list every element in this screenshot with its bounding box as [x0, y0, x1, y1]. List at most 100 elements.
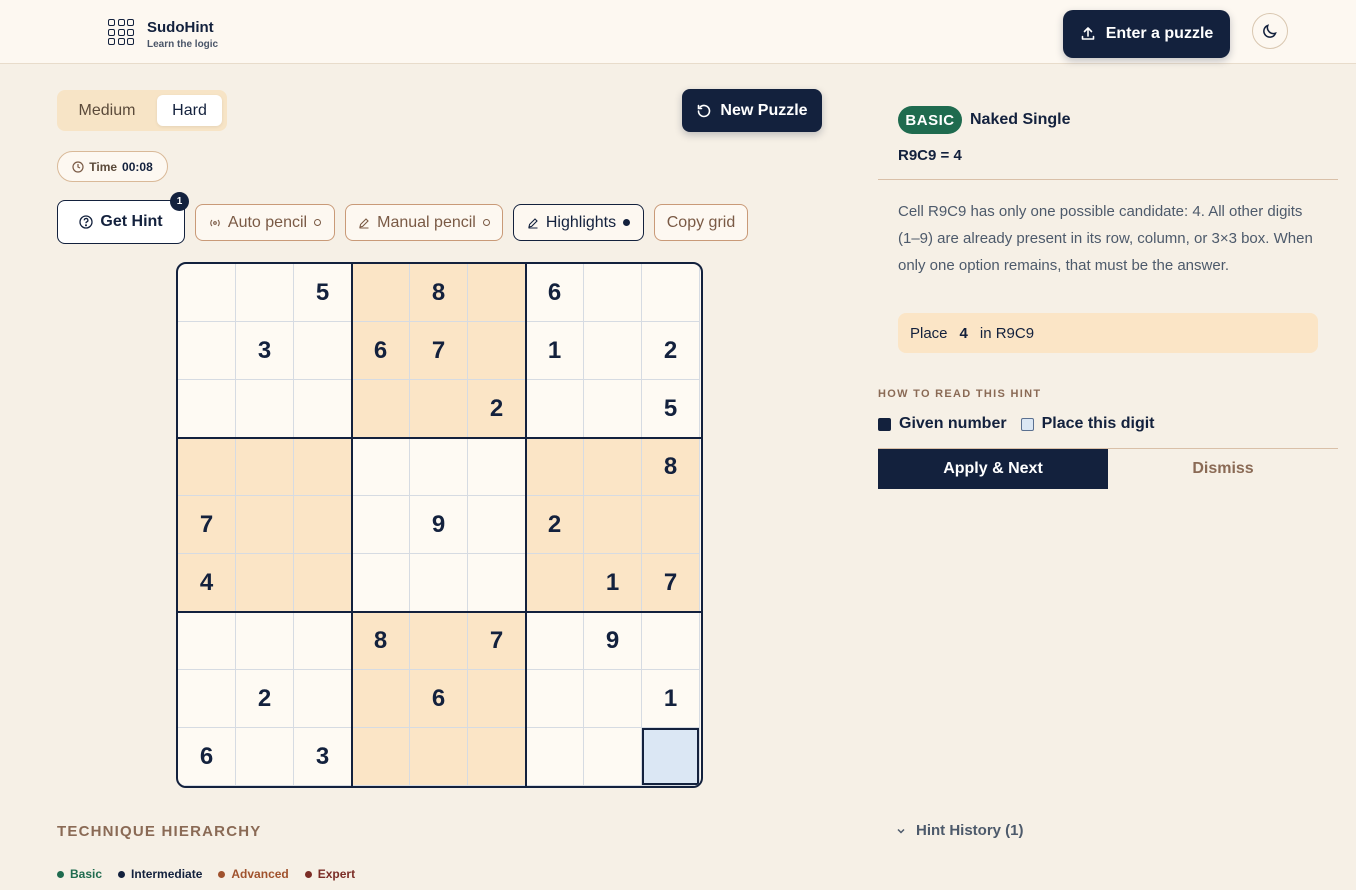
sudoku-cell-r7c6[interactable]: 7	[468, 612, 526, 670]
sudoku-cell-r2c8[interactable]	[584, 322, 642, 380]
sudoku-cell-r3c1[interactable]	[178, 380, 236, 438]
sudoku-cell-r8c7[interactable]	[526, 670, 584, 728]
sudoku-cell-r9c2[interactable]	[236, 728, 294, 786]
sudoku-cell-r9c8[interactable]	[584, 728, 642, 786]
sudoku-cell-r8c2[interactable]: 2	[236, 670, 294, 728]
sudoku-cell-r3c3[interactable]	[294, 380, 352, 438]
apply-next-button[interactable]: Apply & Next	[878, 449, 1108, 489]
sudoku-cell-r1c2[interactable]	[236, 264, 294, 322]
sudoku-cell-r7c2[interactable]	[236, 612, 294, 670]
dismiss-button[interactable]: Dismiss	[1108, 449, 1338, 489]
sudoku-cell-r1c1[interactable]	[178, 264, 236, 322]
sudoku-cell-r4c9[interactable]: 8	[642, 438, 700, 496]
sudoku-cell-r5c6[interactable]	[468, 496, 526, 554]
sudoku-cell-r9c5[interactable]	[410, 728, 468, 786]
auto-pencil-toggle[interactable]: Auto pencil	[195, 204, 335, 241]
sudoku-cell-r3c4[interactable]	[352, 380, 410, 438]
sudoku-cell-r5c1[interactable]: 7	[178, 496, 236, 554]
sudoku-cell-r2c6[interactable]	[468, 322, 526, 380]
sudoku-cell-r3c9[interactable]: 5	[642, 380, 700, 438]
sudoku-cell-r1c6[interactable]	[468, 264, 526, 322]
sudoku-cell-r5c2[interactable]	[236, 496, 294, 554]
sudoku-cell-r6c3[interactable]	[294, 554, 352, 612]
sudoku-cell-r2c9[interactable]: 2	[642, 322, 700, 380]
sudoku-cell-r3c7[interactable]	[526, 380, 584, 438]
sudoku-cell-r3c8[interactable]	[584, 380, 642, 438]
sudoku-cell-r6c5[interactable]	[410, 554, 468, 612]
sudoku-cell-r4c8[interactable]	[584, 438, 642, 496]
sudoku-cell-r7c1[interactable]	[178, 612, 236, 670]
sudoku-cell-r2c3[interactable]	[294, 322, 352, 380]
sudoku-cell-r8c3[interactable]	[294, 670, 352, 728]
sudoku-cell-r4c7[interactable]	[526, 438, 584, 496]
sudoku-cell-r9c1[interactable]: 6	[178, 728, 236, 786]
sudoku-cell-r5c5[interactable]: 9	[410, 496, 468, 554]
sudoku-cell-r4c1[interactable]	[178, 438, 236, 496]
hint-legend: Given number Place this digit	[878, 415, 1155, 433]
sudoku-cell-r9c3[interactable]: 3	[294, 728, 352, 786]
sudoku-cell-r1c4[interactable]	[352, 264, 410, 322]
difficulty-hard[interactable]: Hard	[157, 95, 222, 126]
sudoku-cell-r4c5[interactable]	[410, 438, 468, 496]
sudoku-cell-r8c5[interactable]: 6	[410, 670, 468, 728]
sudoku-cell-r1c7[interactable]: 6	[526, 264, 584, 322]
get-hint-button[interactable]: Get Hint 1	[57, 192, 189, 244]
sudoku-cell-r6c2[interactable]	[236, 554, 294, 612]
sudoku-cell-r6c9[interactable]: 7	[642, 554, 700, 612]
sudoku-cell-r6c6[interactable]	[468, 554, 526, 612]
sudoku-cell-r8c4[interactable]	[352, 670, 410, 728]
difficulty-medium[interactable]: Medium	[65, 95, 149, 126]
sudoku-cell-r8c8[interactable]	[584, 670, 642, 728]
sudoku-cell-r7c3[interactable]	[294, 612, 352, 670]
sudoku-cell-r2c1[interactable]	[178, 322, 236, 380]
place-prefix: Place	[910, 324, 948, 342]
sudoku-cell-r5c4[interactable]	[352, 496, 410, 554]
sudoku-cell-r5c7[interactable]: 2	[526, 496, 584, 554]
copy-grid-button[interactable]: Copy grid	[654, 204, 748, 241]
sudoku-cell-r9c6[interactable]	[468, 728, 526, 786]
sudoku-cell-r4c2[interactable]	[236, 438, 294, 496]
sudoku-cell-r9c9[interactable]	[642, 728, 700, 786]
sudoku-cell-r6c8[interactable]: 1	[584, 554, 642, 612]
sudoku-cell-r4c6[interactable]	[468, 438, 526, 496]
sudoku-cell-r8c9[interactable]: 1	[642, 670, 700, 728]
sudoku-cell-r8c6[interactable]	[468, 670, 526, 728]
sudoku-cell-r5c3[interactable]	[294, 496, 352, 554]
sudoku-cell-r1c5[interactable]: 8	[410, 264, 468, 322]
moon-icon	[1263, 24, 1277, 38]
sudoku-cell-r4c3[interactable]	[294, 438, 352, 496]
theme-toggle-button[interactable]	[1252, 13, 1288, 49]
sudoku-cell-r5c8[interactable]	[584, 496, 642, 554]
sudoku-cell-r1c3[interactable]: 5	[294, 264, 352, 322]
sudoku-cell-r5c9[interactable]	[642, 496, 700, 554]
sudoku-cell-r7c4[interactable]: 8	[352, 612, 410, 670]
sudoku-cell-r9c7[interactable]	[526, 728, 584, 786]
sudoku-cell-r8c1[interactable]	[178, 670, 236, 728]
sudoku-cell-r6c7[interactable]	[526, 554, 584, 612]
sudoku-cell-r7c8[interactable]: 9	[584, 612, 642, 670]
sudoku-cell-r3c5[interactable]	[410, 380, 468, 438]
highlights-toggle[interactable]: Highlights	[513, 204, 644, 241]
sudoku-cell-r7c7[interactable]	[526, 612, 584, 670]
enter-puzzle-button[interactable]: Enter a puzzle	[1063, 10, 1230, 58]
hint-history-toggle[interactable]: Hint History (1)	[896, 822, 1024, 839]
new-puzzle-button[interactable]: New Puzzle	[682, 89, 822, 132]
sudoku-cell-r4c4[interactable]	[352, 438, 410, 496]
sudoku-cell-r7c9[interactable]	[642, 612, 700, 670]
sudoku-cell-r3c2[interactable]	[236, 380, 294, 438]
sudoku-cell-r9c4[interactable]	[352, 728, 410, 786]
help-circle-icon	[79, 215, 94, 229]
sudoku-cell-r2c2[interactable]: 3	[236, 322, 294, 380]
sudoku-cell-r1c9[interactable]	[642, 264, 700, 322]
sudoku-cell-r7c5[interactable]	[410, 612, 468, 670]
sudoku-cell-r1c8[interactable]	[584, 264, 642, 322]
sudoku-cell-r6c1[interactable]: 4	[178, 554, 236, 612]
sudoku-cell-r2c5[interactable]: 7	[410, 322, 468, 380]
legend-label: Intermediate	[131, 867, 203, 881]
new-puzzle-label: New Puzzle	[720, 101, 808, 119]
sudoku-cell-r3c6[interactable]: 2	[468, 380, 526, 438]
sudoku-cell-r2c4[interactable]: 6	[352, 322, 410, 380]
sudoku-cell-r6c4[interactable]	[352, 554, 410, 612]
sudoku-cell-r2c7[interactable]: 1	[526, 322, 584, 380]
manual-pencil-toggle[interactable]: Manual pencil	[345, 204, 503, 241]
